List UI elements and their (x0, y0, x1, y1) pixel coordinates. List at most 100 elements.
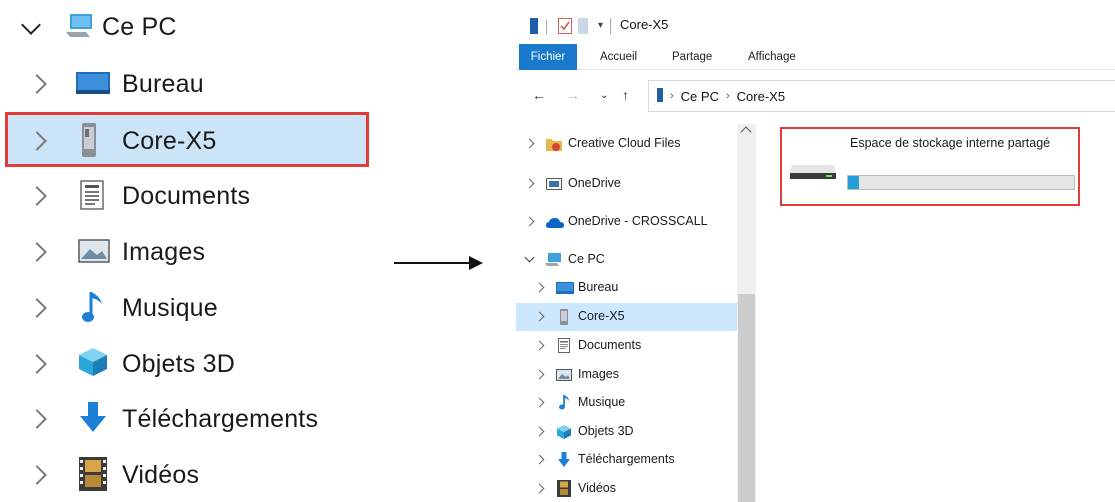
chevron-right-icon[interactable] (524, 216, 535, 227)
chevron-right-icon[interactable] (27, 354, 47, 374)
tree-item-videos[interactable]: Vidéos (0, 449, 370, 499)
computer-icon (64, 12, 94, 45)
phone-icon (80, 123, 98, 162)
tree-item-ce-pc[interactable]: Ce PC (0, 2, 370, 52)
tree-item-label: Core-X5 (122, 127, 217, 155)
nav-item-label: Musique (578, 395, 626, 409)
scroll-up-icon[interactable] (740, 126, 752, 138)
chevron-right-icon[interactable] (27, 131, 47, 151)
nav-item-videos[interactable]: Vidéos (516, 475, 737, 502)
chevron-right-icon[interactable] (27, 242, 47, 262)
nav-item-label: Ce PC (568, 252, 605, 266)
tree-item-documents[interactable]: Documents (0, 170, 370, 220)
chevron-down-icon[interactable] (524, 252, 535, 263)
tree-item-bureau[interactable]: Bureau (0, 58, 370, 108)
chevron-right-icon[interactable] (534, 369, 545, 380)
nav-item-ce-pc[interactable]: Ce PC (516, 246, 737, 274)
tree-item-label: Images (122, 238, 206, 266)
tree-item-label: Vidéos (122, 461, 200, 489)
chevron-right-icon[interactable] (534, 483, 545, 494)
tree-item-label: Téléchargements (122, 405, 319, 433)
chevron-right-icon[interactable] (534, 340, 545, 351)
chevron-right-icon[interactable] (27, 409, 47, 429)
chevron-right-icon[interactable] (27, 186, 47, 206)
tree-item-musique[interactable]: Musique (0, 282, 370, 332)
nav-item-telechargements[interactable]: Téléchargements (516, 446, 737, 474)
creative-cloud-icon (546, 137, 562, 154)
tree-item-label: Objets 3D (122, 350, 235, 378)
up-arrow-icon[interactable]: ↑ (622, 87, 629, 103)
nav-item-label: Bureau (578, 280, 619, 294)
address-bar[interactable]: › Ce PC › Core-X5 (648, 80, 1115, 112)
tree-item-images[interactable]: Images (0, 226, 370, 276)
downloads-icon (557, 452, 571, 471)
tab-fichier[interactable]: Fichier (519, 44, 577, 70)
chevron-right-icon[interactable] (534, 454, 545, 465)
scrollbar-thumb[interactable] (738, 294, 755, 502)
drive-icon (788, 159, 838, 186)
separator (546, 20, 547, 34)
nav-item-musique[interactable]: Musique (516, 389, 737, 417)
back-arrow-icon[interactable]: ← (532, 87, 546, 103)
nav-item-images[interactable]: Images (516, 361, 737, 389)
chevron-right-icon[interactable] (524, 138, 535, 149)
computer-icon (544, 253, 562, 270)
file-explorer-window: ▾ Core-X5 Fichier Accueil Partage Affich… (516, 0, 1115, 502)
breadcrumb-ce-pc[interactable]: Ce PC (681, 89, 719, 104)
tab-partage[interactable]: Partage (672, 44, 712, 70)
title-bar: ▾ Core-X5 (516, 10, 1115, 40)
chevron-right-icon[interactable]: › (670, 90, 674, 102)
forward-arrow-icon[interactable]: → (566, 87, 580, 103)
customize-toolbar-icon[interactable]: ▾ (598, 20, 603, 31)
chevron-right-icon[interactable] (524, 178, 535, 189)
chevron-right-icon[interactable] (534, 282, 545, 293)
nav-item-label: Documents (578, 338, 642, 352)
nav-item-label: Core-X5 (578, 309, 625, 323)
videos-icon (79, 457, 107, 496)
nav-item-bureau[interactable]: Bureau (516, 274, 737, 302)
folder-icon (657, 87, 663, 105)
chevron-right-icon[interactable] (27, 298, 47, 318)
navigation-scrollbar[interactable] (737, 124, 756, 502)
new-folder-icon[interactable] (578, 18, 588, 37)
breadcrumb-core-x5[interactable]: Core-X5 (737, 89, 785, 104)
nav-item-core-x5[interactable]: Core-X5 (516, 303, 737, 331)
properties-icon[interactable] (558, 18, 572, 37)
tab-accueil[interactable]: Accueil (600, 44, 637, 70)
nav-item-label: Vidéos (578, 481, 616, 495)
nav-item-onedrive[interactable]: OneDrive (516, 170, 737, 198)
music-icon (559, 394, 570, 413)
cloud-icon (546, 217, 564, 231)
images-icon (556, 369, 572, 384)
separator (610, 18, 611, 34)
nav-item-creative-cloud[interactable]: Creative Cloud Files (516, 130, 737, 158)
desktop-icon (556, 282, 574, 297)
window-title: Core-X5 (620, 17, 669, 32)
chevron-right-icon[interactable] (27, 465, 47, 485)
nav-item-label: Objets 3D (578, 424, 634, 438)
drive-tile[interactable]: Espace de stockage interne partagé (780, 127, 1080, 206)
nav-item-onedrive-crosscall[interactable]: OneDrive - CROSSCALL (516, 208, 737, 236)
ribbon-tabs: Fichier Accueil Partage Affichage (516, 44, 1115, 70)
music-icon (82, 290, 104, 329)
desktop-icon (76, 72, 110, 99)
tree-item-telechargements[interactable]: Téléchargements (0, 393, 370, 443)
chevron-right-icon[interactable] (27, 74, 47, 94)
nav-item-documents[interactable]: Documents (516, 332, 737, 360)
tree-item-objets-3d[interactable]: Objets 3D (0, 338, 370, 388)
chevron-right-icon[interactable] (534, 311, 545, 322)
chevron-right-icon[interactable]: › (726, 90, 730, 102)
documents-icon (558, 338, 570, 356)
navigation-bar: ← → ⌄ ↑ › Ce PC › Core-X5 (516, 80, 1115, 112)
nav-item-objets-3d[interactable]: Objets 3D (516, 418, 737, 446)
documents-icon (80, 180, 104, 215)
objects3d-icon (556, 424, 572, 443)
chevron-down-icon[interactable] (21, 15, 41, 35)
chevron-right-icon[interactable] (534, 397, 545, 408)
videos-icon (557, 480, 571, 500)
nav-item-label: Creative Cloud Files (568, 136, 681, 150)
recent-locations-icon[interactable]: ⌄ (600, 90, 608, 101)
tab-affichage[interactable]: Affichage (748, 44, 796, 70)
chevron-right-icon[interactable] (534, 426, 545, 437)
tree-item-core-x5[interactable]: Core-X5 (0, 115, 370, 165)
